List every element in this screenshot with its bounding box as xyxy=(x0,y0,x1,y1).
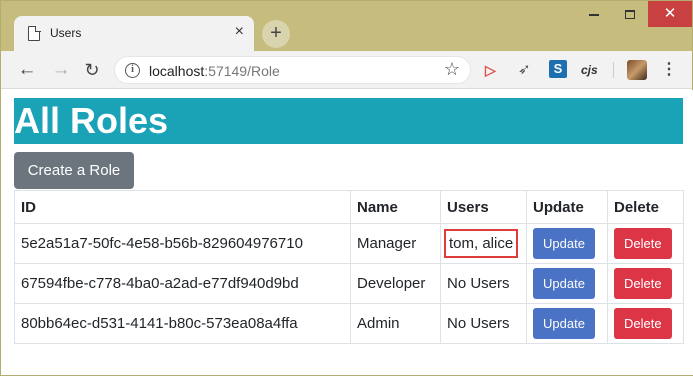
role-users: tom, alice xyxy=(440,223,527,264)
update-cell: Update xyxy=(526,303,608,344)
header-id: ID xyxy=(14,190,351,224)
address-bar[interactable]: i localhost:57149/Role ☆ xyxy=(114,56,471,84)
table-row: 80bb64ec-d531-4141-b80c-573ea08a4ffa Adm… xyxy=(14,303,684,344)
update-cell: Update xyxy=(526,223,608,264)
delete-cell: Delete xyxy=(607,263,684,304)
header-delete: Delete xyxy=(607,190,684,224)
maximize-icon xyxy=(625,10,635,20)
maximize-button[interactable] xyxy=(610,1,650,27)
highlighted-users: tom, alice xyxy=(444,229,519,258)
role-users: No Users xyxy=(440,263,527,304)
cjs-extension-icon[interactable]: cjs xyxy=(581,61,599,79)
page-header: All Roles xyxy=(14,98,683,144)
delete-cell: Delete xyxy=(607,223,684,264)
kebab-menu-icon[interactable]: ⋮ xyxy=(661,60,677,80)
table-row: 5e2a51a7-50fc-4e58-b56b-829604976710 Man… xyxy=(14,223,684,264)
table-row: 67594fbe-c778-4ba0-a2ad-e77df940d9bd Dev… xyxy=(14,263,684,304)
close-window-button[interactable]: ✕ xyxy=(648,1,692,27)
role-id: 67594fbe-c778-4ba0-a2ad-e77df940d9bd xyxy=(14,263,351,304)
role-name: Developer xyxy=(350,263,441,304)
delete-cell: Delete xyxy=(607,303,684,344)
roles-table: ID Name Users Update Delete 5e2a51a7-50f… xyxy=(14,190,684,344)
update-cell: Update xyxy=(526,263,608,304)
header-name: Name xyxy=(350,190,441,224)
browser-window: Users × + ✕ ← → ↻ i localhost:57149/Role… xyxy=(0,0,693,376)
tab-close-icon[interactable]: × xyxy=(235,22,244,42)
play-extension-icon[interactable] xyxy=(485,61,503,79)
rocket-extension-icon[interactable]: ➶ xyxy=(518,61,536,79)
info-icon[interactable]: i xyxy=(125,63,140,78)
update-button[interactable]: Update xyxy=(533,228,595,259)
minimize-button[interactable] xyxy=(574,1,614,27)
profile-avatar[interactable] xyxy=(627,60,647,80)
browser-tab[interactable]: Users × xyxy=(14,16,254,51)
delete-button[interactable]: Delete xyxy=(614,228,672,259)
browser-toolbar: ← → ↻ i localhost:57149/Role ☆ ➶ S cjs ⋮ xyxy=(1,51,692,89)
create-role-button[interactable]: Create a Role xyxy=(14,152,134,189)
table-header-row: ID Name Users Update Delete xyxy=(14,190,684,224)
role-id: 80bb64ec-d531-4141-b80c-573ea08a4ffa xyxy=(14,303,351,344)
header-users: Users xyxy=(440,190,527,224)
delete-button[interactable]: Delete xyxy=(614,308,672,339)
page-title: All Roles xyxy=(14,100,169,141)
forward-arrow-icon[interactable]: → xyxy=(50,59,72,81)
back-arrow-icon[interactable]: ← xyxy=(16,59,38,81)
header-update: Update xyxy=(526,190,608,224)
role-name: Admin xyxy=(350,303,441,344)
update-button[interactable]: Update xyxy=(533,268,595,299)
delete-button[interactable]: Delete xyxy=(614,268,672,299)
url-host: localhost xyxy=(149,63,205,79)
s-extension-icon[interactable]: S xyxy=(549,60,567,78)
page-icon xyxy=(28,25,41,41)
role-users: No Users xyxy=(440,303,527,344)
title-bar: Users × + ✕ xyxy=(1,1,692,51)
url-path: :57149/Role xyxy=(204,63,280,79)
update-button[interactable]: Update xyxy=(533,308,595,339)
bookmark-star-icon[interactable]: ☆ xyxy=(444,59,460,80)
page-content: All Roles Create a Role ID Name Users Up… xyxy=(2,90,693,375)
role-name: Manager xyxy=(350,223,441,264)
minimize-icon xyxy=(589,13,599,16)
tab-title: Users xyxy=(50,26,82,40)
new-tab-button[interactable]: + xyxy=(262,20,290,48)
reload-icon[interactable]: ↻ xyxy=(81,59,103,81)
role-id: 5e2a51a7-50fc-4e58-b56b-829604976710 xyxy=(14,223,351,264)
url-text[interactable]: localhost:57149/Role xyxy=(149,63,280,79)
toolbar-divider xyxy=(613,62,614,78)
